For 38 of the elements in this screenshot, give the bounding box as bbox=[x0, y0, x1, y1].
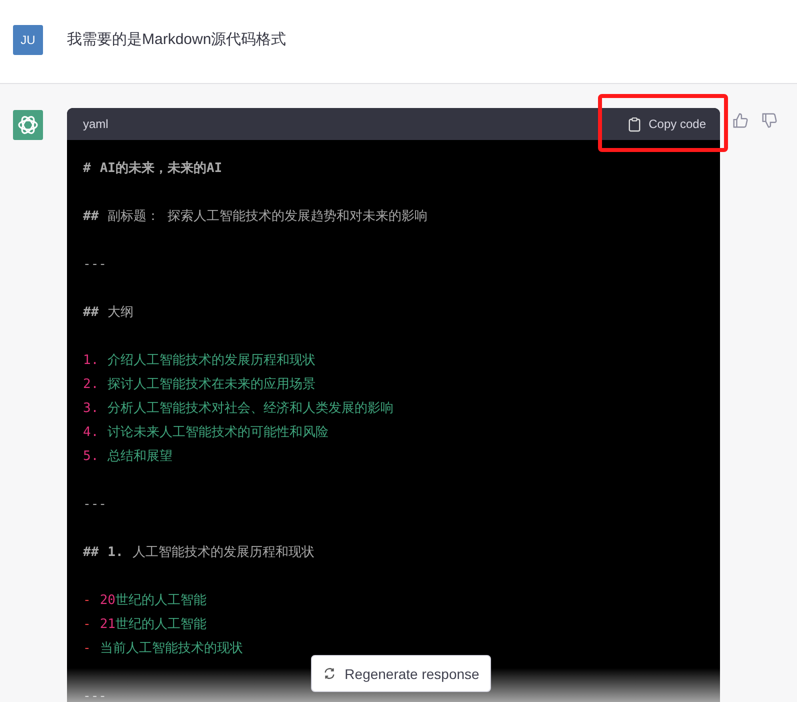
refresh-icon bbox=[322, 667, 336, 680]
heading-text: 副标题： 探索人工智能技术的发展趋势和对未来的影响 bbox=[108, 209, 428, 224]
regenerate-button[interactable]: Regenerate response bbox=[311, 655, 491, 692]
user-avatar: JU bbox=[13, 25, 43, 55]
list-item-text: 总结和展望 bbox=[108, 449, 173, 464]
heading-marker: # bbox=[83, 161, 91, 176]
thumbs-down-icon[interactable] bbox=[761, 112, 778, 129]
list-item-text: 当前人工智能技术的现状 bbox=[100, 641, 243, 656]
rule-line: --- bbox=[83, 497, 106, 512]
heading-number: 1. bbox=[108, 545, 124, 560]
list-item-text: 探讨人工智能技术在未来的应用场景 bbox=[108, 377, 316, 392]
list-item-text: 分析人工智能技术对社会、经济和人类发展的影响 bbox=[108, 401, 394, 416]
list-number: 2. bbox=[83, 377, 99, 392]
copy-code-button[interactable]: Copy code bbox=[622, 112, 712, 136]
list-item-text: 21世纪的人工智能 bbox=[100, 617, 206, 632]
heading-text: 大纲 bbox=[108, 305, 134, 320]
list-item-text: 讨论未来人工智能技术的可能性和风险 bbox=[108, 425, 329, 440]
bullet-marker: - bbox=[83, 593, 91, 608]
heading-marker: ## bbox=[83, 305, 99, 320]
heading-marker: ## bbox=[83, 209, 99, 224]
rule-line: --- bbox=[83, 257, 106, 272]
language-label: yaml bbox=[83, 117, 108, 131]
list-number: 1. bbox=[83, 353, 99, 368]
rule-line: --- bbox=[83, 689, 106, 702]
list-item-text: 20世纪的人工智能 bbox=[100, 593, 206, 608]
thumbs-up-icon[interactable] bbox=[732, 112, 749, 129]
heading-text: AI的未来，未来的AI bbox=[100, 161, 222, 176]
heading-marker: ## bbox=[83, 545, 99, 560]
list-number: 4. bbox=[83, 425, 99, 440]
list-item-text: 介绍人工智能技术的发展历程和现状 bbox=[108, 353, 316, 368]
user-message: 我需要的是Markdown源代码格式 bbox=[67, 30, 286, 50]
clipboard-icon bbox=[628, 116, 641, 132]
bullet-marker: - bbox=[83, 641, 91, 656]
bullet-marker: - bbox=[83, 617, 91, 632]
list-number: 3. bbox=[83, 401, 99, 416]
heading-text: 人工智能技术的发展历程和现状 bbox=[132, 545, 314, 560]
assistant-logo-icon bbox=[13, 110, 43, 140]
list-number: 5. bbox=[83, 449, 99, 464]
